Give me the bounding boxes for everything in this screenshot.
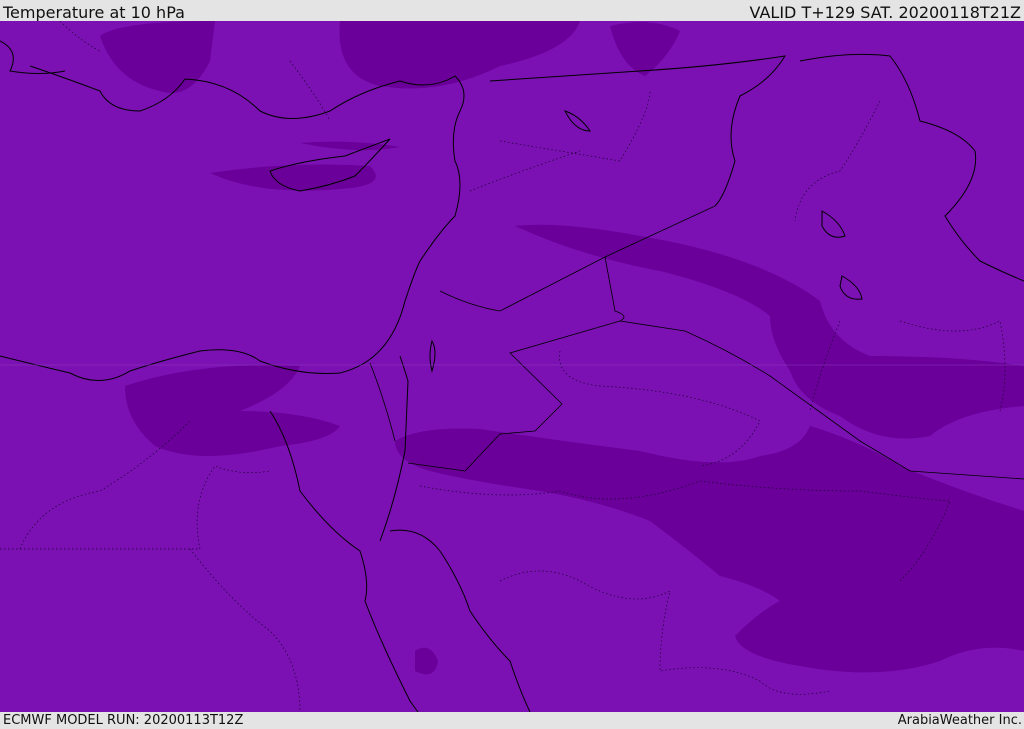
credit: ArabiaWeather Inc. xyxy=(897,713,1022,728)
temperature-map[interactable] xyxy=(0,21,1024,712)
model-run: ECMWF MODEL RUN: 20200113T12Z xyxy=(3,713,244,728)
map-title: Temperature at 10 hPa xyxy=(3,3,185,22)
valid-time: VALID T+129 SAT. 20200118T21Z xyxy=(749,3,1021,22)
footer-bar: ECMWF MODEL RUN: 20200113T12Z ArabiaWeat… xyxy=(0,712,1024,729)
header-bar: Temperature at 10 hPa VALID T+129 SAT. 2… xyxy=(0,0,1024,22)
